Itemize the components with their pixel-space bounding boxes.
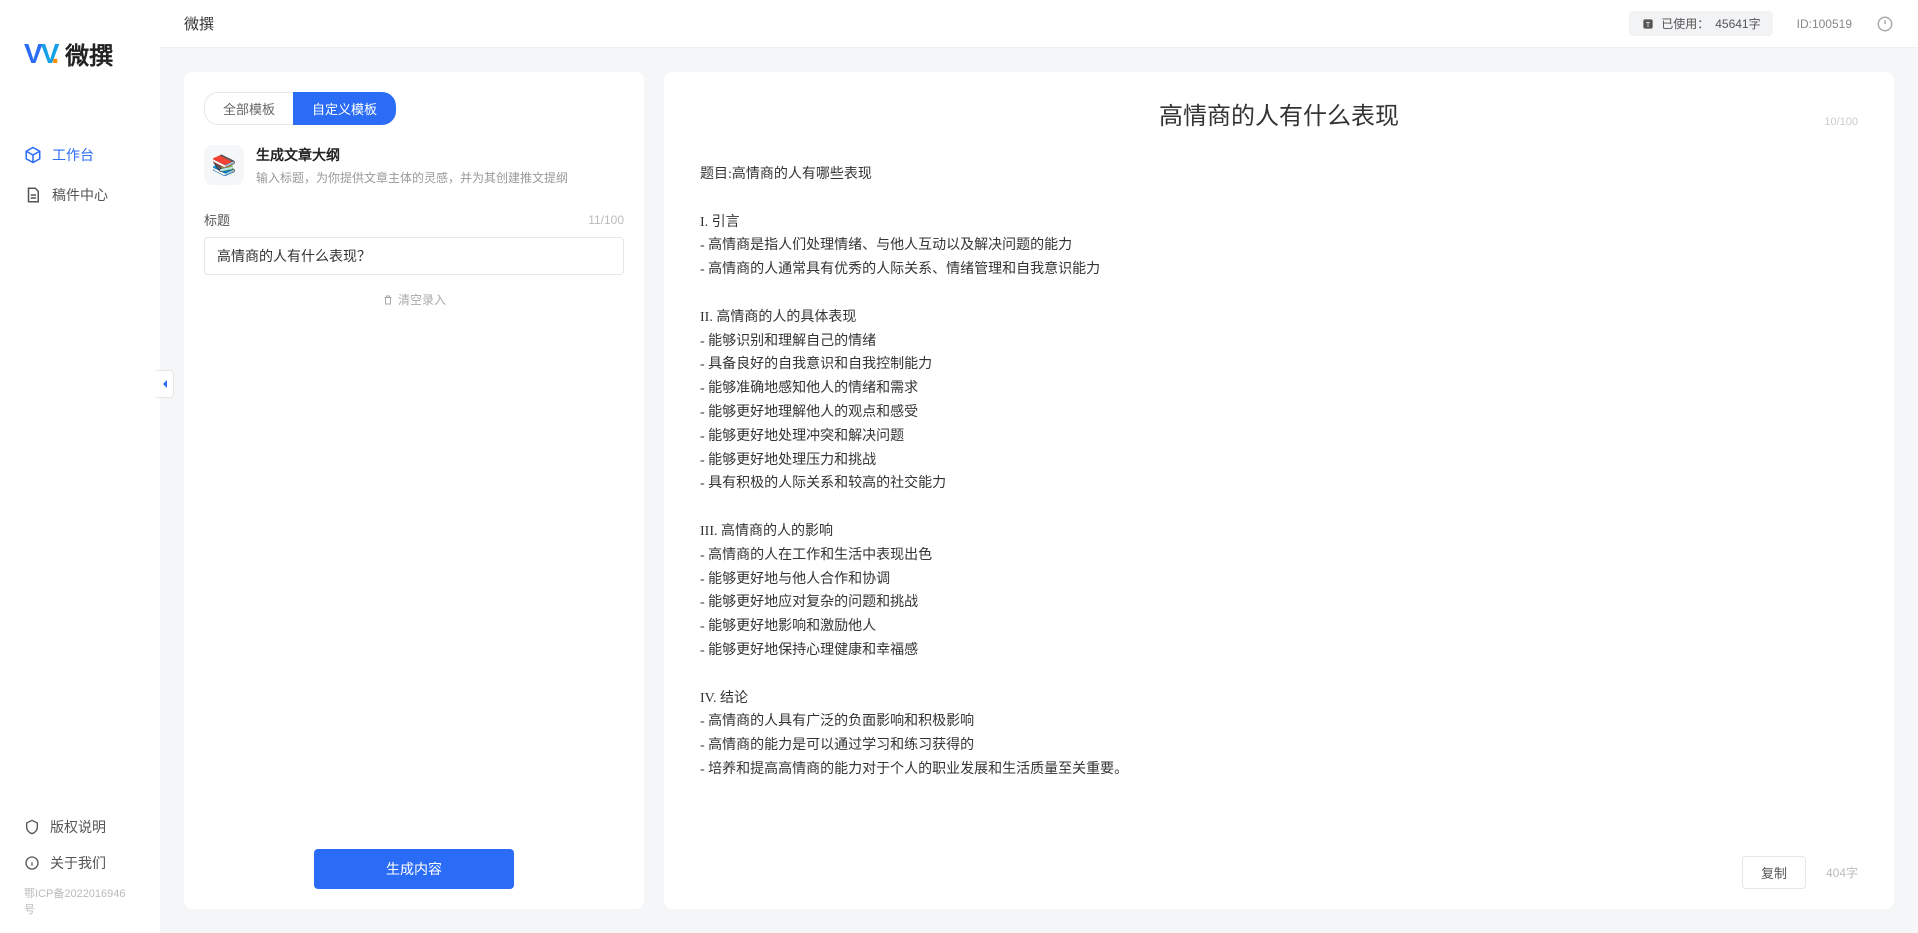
- sidebar-footer: 版权说明 关于我们 鄂ICP备2022016946号: [0, 809, 160, 933]
- content: 全部模板 自定义模板 📚 生成文章大纲 输入标题，为你提供文章主体的灵感，并为其…: [160, 48, 1918, 933]
- title-char-count: 11/100: [588, 213, 624, 227]
- generate-button[interactable]: 生成内容: [314, 849, 514, 889]
- usage-badge[interactable]: T 已使用： 45641字: [1629, 11, 1772, 36]
- template-icon: 📚: [204, 145, 244, 185]
- cube-icon: [24, 146, 42, 164]
- nav-label: 工作台: [52, 145, 94, 165]
- power-icon[interactable]: [1876, 15, 1894, 33]
- title-field-label: 标题: [204, 210, 230, 229]
- sidebar-collapse-handle[interactable]: [156, 370, 174, 398]
- footer-label: 版权说明: [50, 817, 106, 837]
- icp-text: 鄂ICP备2022016946号: [0, 881, 160, 921]
- right-panel-footer: 复制 404字: [1742, 856, 1858, 889]
- clear-input-button[interactable]: 清空录入: [204, 291, 624, 308]
- nav-drafts[interactable]: 稿件中心: [0, 175, 160, 215]
- logo-mark: VV.: [24, 38, 57, 70]
- nav-workbench[interactable]: 工作台: [0, 135, 160, 175]
- article-title-count: 10/100: [1824, 116, 1858, 128]
- nav-label: 稿件中心: [52, 185, 108, 205]
- document-icon: [24, 186, 42, 204]
- article-body[interactable]: 题目:高情商的人有哪些表现 I. 引言 - 高情商是指人们处理情绪、与他人互动以…: [700, 163, 1858, 782]
- left-panel: 全部模板 自定义模板 📚 生成文章大纲 输入标题，为你提供文章主体的灵感，并为其…: [184, 72, 644, 909]
- tab-all-templates[interactable]: 全部模板: [204, 92, 293, 125]
- right-panel: 高情商的人有什么表现 10/100 题目:高情商的人有哪些表现 I. 引言 - …: [664, 72, 1894, 909]
- template-title: 生成文章大纲: [256, 145, 568, 165]
- template-tabs: 全部模板 自定义模板: [204, 92, 624, 125]
- template-card: 📚 生成文章大纲 输入标题，为你提供文章主体的灵感，并为其创建推文提纲: [204, 145, 624, 186]
- topbar: 微撰 T 已使用： 45641字 ID:100519: [160, 0, 1918, 48]
- footer-about[interactable]: 关于我们: [0, 845, 160, 881]
- page-title: 微撰: [184, 13, 214, 34]
- chevron-left-icon: [160, 379, 170, 389]
- sidebar: VV. 微撰 工作台 稿件中心 版权说明 关于我们 鄂ICP备202201694…: [0, 0, 160, 933]
- text-icon: T: [1641, 17, 1655, 31]
- usage-prefix: 已使用：: [1661, 15, 1709, 32]
- logo[interactable]: VV. 微撰: [0, 0, 160, 95]
- trash-icon: [382, 294, 394, 306]
- shield-icon: [24, 819, 40, 835]
- sidebar-nav: 工作台 稿件中心: [0, 135, 160, 215]
- footer-copyright[interactable]: 版权说明: [0, 809, 160, 845]
- user-id: ID:100519: [1797, 17, 1852, 31]
- clear-label: 清空录入: [398, 291, 446, 308]
- title-input[interactable]: [204, 237, 624, 275]
- template-desc: 输入标题，为你提供文章主体的灵感，并为其创建推文提纲: [256, 169, 568, 186]
- article-title[interactable]: 高情商的人有什么表现: [700, 96, 1858, 131]
- footer-label: 关于我们: [50, 853, 106, 873]
- usage-value: 45641字: [1715, 15, 1760, 32]
- tab-custom-templates[interactable]: 自定义模板: [293, 92, 396, 125]
- main: 微撰 T 已使用： 45641字 ID:100519 全部模板 自定义模板 📚: [160, 0, 1918, 933]
- svg-text:T: T: [1646, 21, 1651, 28]
- copy-button[interactable]: 复制: [1742, 856, 1806, 889]
- logo-text: 微撰: [65, 36, 113, 71]
- info-icon: [24, 855, 40, 871]
- article-word-count: 404字: [1826, 864, 1858, 881]
